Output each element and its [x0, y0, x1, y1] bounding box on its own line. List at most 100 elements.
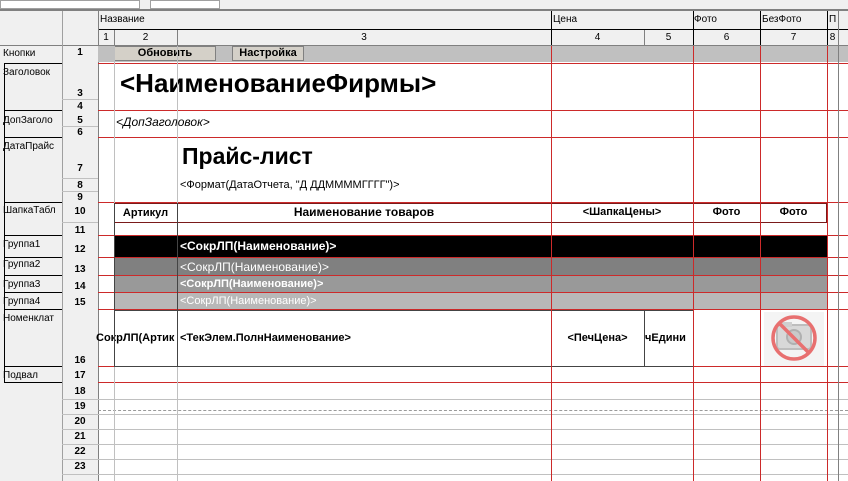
row-header-7[interactable]: 7 [62, 163, 98, 174]
table-col-line [177, 203, 178, 367]
row-header-11[interactable]: 11 [62, 225, 98, 236]
cell-address-field[interactable] [0, 0, 140, 9]
toolbar-strip [0, 0, 848, 10]
grid-line [62, 474, 848, 475]
no-photo-icon [764, 312, 824, 366]
column-header-6[interactable]: 6 [693, 32, 760, 44]
red-line [98, 110, 848, 111]
grid-line [62, 99, 98, 100]
column-header-7[interactable]: 7 [760, 32, 827, 44]
row-header-20[interactable]: 20 [62, 416, 98, 427]
colnum-sep-1 [114, 30, 115, 45]
item-article-cell[interactable]: СокрЛП(Артик [96, 332, 177, 344]
page-break-line [98, 410, 848, 411]
row-header-10[interactable]: 10 [62, 206, 98, 217]
corner-header[interactable] [0, 11, 98, 45]
column-goods-name-cell[interactable]: Наименование товаров [177, 205, 551, 219]
group4-cell[interactable]: <СокрЛП(Наименование)> [180, 295, 550, 307]
row-header-18[interactable]: 18 [62, 386, 98, 397]
section-border [5, 235, 62, 236]
section-sep-1 [551, 11, 552, 45]
header-border [0, 10, 848, 11]
column-header-4[interactable]: 4 [551, 32, 644, 44]
section-header-name[interactable]: Название [100, 14, 550, 26]
row-header-9[interactable]: 9 [62, 192, 98, 203]
row-header-1[interactable]: 1 [62, 47, 98, 58]
red-col-line [760, 46, 761, 481]
column-header-8[interactable]: 8 [827, 32, 838, 44]
column-photo2-cell[interactable]: Фото [760, 206, 827, 218]
row-section-price-date[interactable]: ДатаПрайс [0, 141, 62, 152]
row-header-17[interactable]: 17 [62, 370, 98, 381]
right-col-line [838, 46, 839, 481]
red-col-line [827, 46, 828, 481]
item-unit-cell[interactable]: чЕдини [645, 332, 693, 344]
row-section-group3[interactable]: Группа3 [0, 279, 62, 290]
section-border [5, 292, 62, 293]
group3-cell[interactable]: <СокрЛП(Наименование)> [180, 278, 550, 290]
column-header-5[interactable]: 5 [644, 32, 693, 44]
row-header-14[interactable]: 14 [62, 281, 98, 292]
column-photo1-cell[interactable]: Фото [693, 206, 760, 218]
section-border [5, 110, 62, 111]
item-price-cell[interactable]: <ПечЦена> [551, 332, 644, 344]
price-list-title-cell[interactable]: Прайс-лист [182, 143, 482, 173]
grid-line [62, 191, 98, 192]
row-header-3[interactable]: 3 [62, 88, 98, 99]
table-col-line [114, 203, 115, 367]
section-header-nophoto[interactable]: БезФото [762, 14, 826, 26]
column-header-3[interactable]: 3 [177, 32, 551, 44]
row-header-8[interactable]: 8 [62, 180, 98, 191]
section-border [5, 366, 62, 367]
row-header-15[interactable]: 15 [62, 297, 98, 308]
row-header-4[interactable]: 4 [62, 101, 98, 112]
section-border [5, 137, 62, 138]
settings-button[interactable]: Настройка [232, 46, 304, 61]
group1-cell[interactable]: <СокрЛП(Наименование)> [180, 239, 550, 253]
red-line [98, 137, 848, 138]
group2-cell[interactable]: <СокрЛП(Наименование)> [180, 260, 550, 274]
formula-field[interactable] [150, 0, 220, 9]
grid-line [62, 414, 848, 415]
column-price-header-cell[interactable]: <ШапкаЦены> [551, 206, 693, 218]
item-name-cell[interactable]: <ТекЭлем.ПолнНаименование> [180, 332, 548, 344]
section-sep-3 [760, 11, 761, 45]
extra-header-cell[interactable]: <ДопЗаголовок> [116, 115, 416, 129]
column-article-cell[interactable]: Артикул [114, 207, 177, 219]
grid-line [62, 178, 98, 179]
row-header-5[interactable]: 5 [62, 115, 98, 126]
section-border [5, 309, 62, 310]
refresh-button[interactable]: Обновить [114, 46, 216, 61]
column-header-1[interactable]: 1 [98, 32, 114, 44]
grid-line [62, 429, 848, 430]
company-name-cell[interactable]: <НаименованиеФирмы> [120, 68, 540, 100]
row-section-footer[interactable]: Подвал [0, 370, 62, 381]
row-header-16[interactable]: 16 [62, 355, 98, 366]
row-header-21[interactable]: 21 [62, 431, 98, 442]
section-header-photo[interactable]: Фото [694, 14, 758, 26]
row-section-buttons[interactable]: Кнопки [0, 48, 62, 59]
report-date-cell[interactable]: <Формат(ДатаОтчета, "Д ДДММММГГГГ")> [180, 179, 540, 193]
row-header-23[interactable]: 23 [62, 461, 98, 472]
colnum-sep-2 [177, 30, 178, 45]
row-section-header[interactable]: Заголовок [0, 67, 62, 78]
column-header-2[interactable]: 2 [114, 32, 177, 44]
grid-line [62, 444, 848, 445]
row-section-nomenclature[interactable]: Номенклат [0, 313, 62, 324]
section-header-price[interactable]: Цена [553, 14, 691, 26]
red-col-line [693, 46, 694, 481]
section-border [5, 382, 62, 383]
row-header-12[interactable]: 12 [62, 244, 98, 255]
row-section-group4[interactable]: Группа4 [0, 296, 62, 307]
row-section-group1[interactable]: Группа1 [0, 239, 62, 250]
row-section-table-head[interactable]: ШапкаТабл [0, 205, 62, 216]
row-section-group2[interactable]: Группа2 [0, 259, 62, 270]
row-header-22[interactable]: 22 [62, 446, 98, 457]
row-section-extra-header[interactable]: ДопЗаголо [0, 115, 62, 126]
row-header-6[interactable]: 6 [62, 127, 98, 138]
section-border [5, 257, 62, 258]
red-line [98, 382, 848, 383]
row-header-19[interactable]: 19 [62, 401, 98, 412]
section-border [5, 63, 62, 64]
row-header-13[interactable]: 13 [62, 264, 98, 275]
